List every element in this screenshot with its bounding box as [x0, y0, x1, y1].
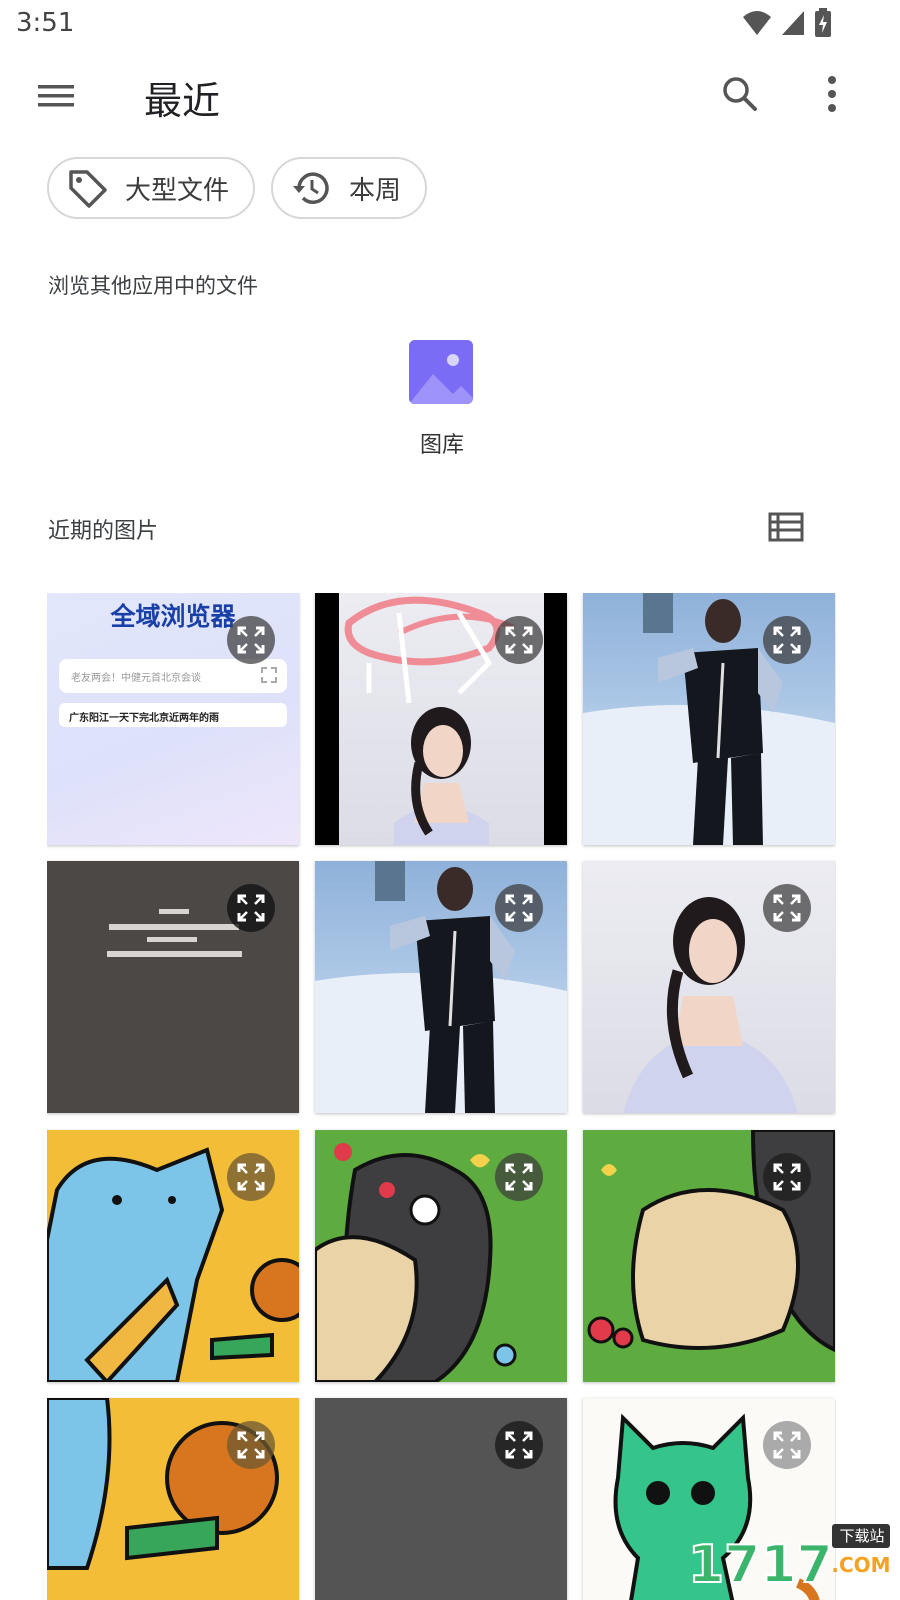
image-thumbnail[interactable]: [583, 861, 835, 1113]
fullscreen-icon: [773, 1431, 801, 1459]
image-thumbnail[interactable]: [315, 861, 567, 1113]
image-thumbnail[interactable]: [315, 1130, 567, 1382]
page-title: 最近: [144, 79, 221, 123]
fullscreen-icon: [237, 626, 265, 654]
recent-images-grid: 全域浏览器 老友两会！中健元首北京会谈 广东阳江一天下完北京近两年的雨: [47, 593, 836, 1600]
gallery-app-label: 图库: [419, 433, 464, 458]
scan-icon: [261, 667, 277, 683]
more-vert-icon: [828, 76, 836, 112]
more-options-button[interactable]: [814, 70, 850, 118]
gallery-app-button[interactable]: [409, 340, 473, 404]
status-time: 3:51: [16, 8, 75, 38]
thumb-headline-box: 广东阳江一天下完北京近两年的雨: [59, 703, 287, 727]
fullscreen-icon: [505, 1431, 533, 1459]
browse-other-apps-label: 浏览其他应用中的文件: [48, 274, 258, 298]
image-thumbnail[interactable]: [315, 593, 567, 845]
expand-button[interactable]: [227, 616, 275, 664]
fullscreen-icon: [237, 1431, 265, 1459]
expand-button[interactable]: [763, 884, 811, 932]
fullscreen-icon: [505, 1163, 533, 1191]
image-thumbnail[interactable]: [47, 1130, 299, 1382]
fullscreen-icon: [773, 894, 801, 922]
image-thumbnail[interactable]: [583, 1130, 835, 1382]
menu-button[interactable]: [30, 76, 78, 116]
tag-icon: [69, 170, 107, 208]
fullscreen-icon: [773, 1163, 801, 1191]
image-thumbnail[interactable]: [583, 593, 835, 845]
expand-button[interactable]: [763, 616, 811, 664]
thumb-search-box: 老友两会！中健元首北京会谈: [59, 659, 287, 693]
wifi-icon: [743, 11, 771, 35]
fullscreen-icon: [237, 894, 265, 922]
expand-button[interactable]: [495, 1421, 543, 1469]
expand-button[interactable]: [495, 884, 543, 932]
filter-chips: 大型文件 本周: [47, 157, 428, 219]
expand-button[interactable]: [227, 1421, 275, 1469]
chip-this-week-label: 本周: [349, 175, 402, 206]
expand-button[interactable]: [495, 616, 543, 664]
chip-large-files[interactable]: 大型文件: [47, 157, 256, 219]
search-icon: [723, 77, 757, 111]
battery-icon: [815, 8, 831, 37]
svg-text:1717: 1717: [688, 1535, 833, 1592]
recent-images-label: 近期的图片: [48, 519, 159, 544]
chip-large-files-label: 大型文件: [125, 175, 230, 206]
list-view-toggle[interactable]: [766, 509, 806, 545]
fullscreen-icon: [505, 626, 533, 654]
expand-button[interactable]: [227, 884, 275, 932]
status-bar: 3:51: [0, 0, 900, 48]
watermark-text: 下载站: [839, 1527, 885, 1545]
expand-button[interactable]: [495, 1153, 543, 1201]
thumb-search-placeholder: 老友两会！中健元首北京会谈: [71, 673, 201, 684]
image-thumbnail[interactable]: [315, 1398, 567, 1600]
menu-icon: [38, 85, 74, 107]
svg-text:.COM: .COM: [831, 1553, 890, 1577]
chip-this-week[interactable]: 本周: [271, 157, 428, 219]
expand-button[interactable]: [763, 1153, 811, 1201]
search-button[interactable]: [716, 70, 764, 118]
watermark-logo: 1717 .COM 下载站: [682, 1522, 892, 1596]
expand-button[interactable]: [227, 1153, 275, 1201]
fullscreen-icon: [505, 894, 533, 922]
history-icon: [293, 172, 329, 204]
fullscreen-icon: [237, 1163, 265, 1191]
image-thumbnail[interactable]: [47, 1398, 299, 1600]
gallery-icon: [409, 340, 473, 404]
expand-button[interactable]: [763, 1421, 811, 1469]
status-icons: [742, 8, 832, 38]
image-thumbnail[interactable]: 全域浏览器 老友两会！中健元首北京会谈 广东阳江一天下完北京近两年的雨: [47, 593, 299, 845]
signal-icon: [782, 11, 804, 35]
image-thumbnail[interactable]: [47, 861, 299, 1113]
list-view-icon: [768, 512, 804, 542]
thumb-headline: 广东阳江一天下完北京近两年的雨: [69, 713, 219, 724]
app-bar: 最近: [0, 56, 900, 136]
fullscreen-icon: [773, 626, 801, 654]
